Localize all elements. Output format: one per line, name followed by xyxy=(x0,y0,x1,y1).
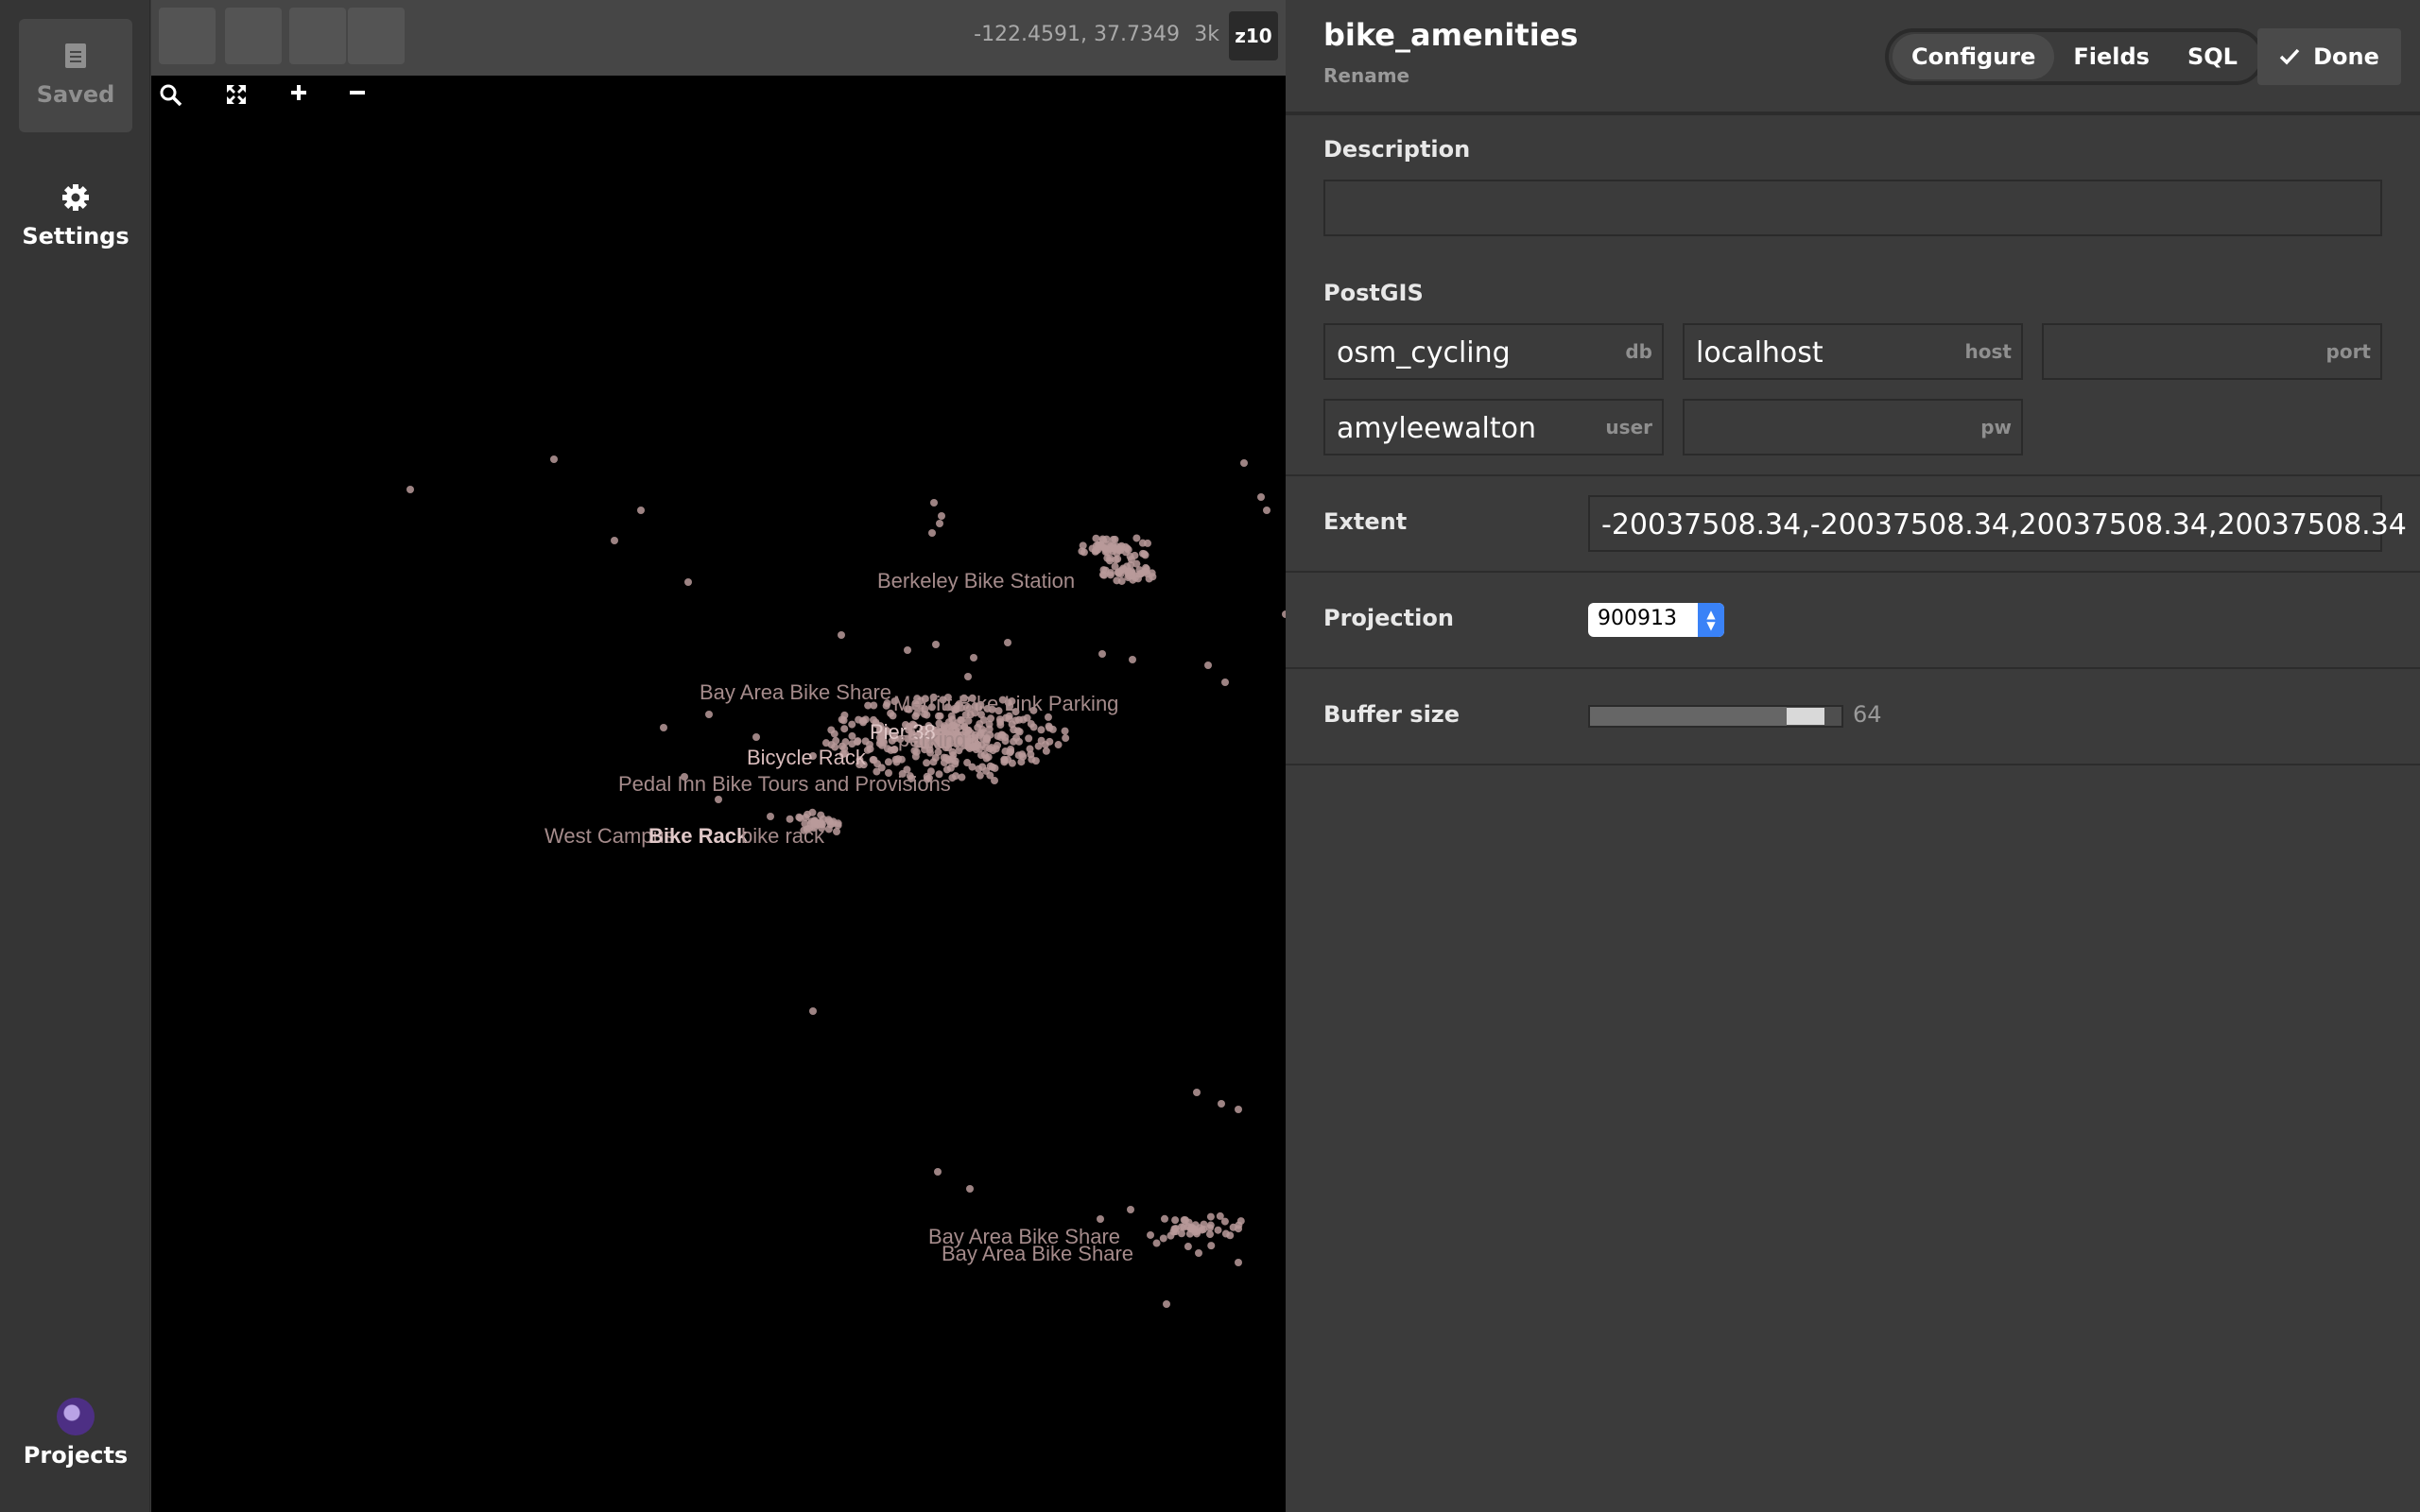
tab-fields[interactable]: Fields xyxy=(2054,34,2169,79)
description-field[interactable] xyxy=(1323,180,2382,236)
user-tag: user xyxy=(1605,416,1652,438)
db-value: osm_cycling xyxy=(1337,336,1511,369)
map-label: Merritt Bike Link Parking xyxy=(893,692,1118,715)
projection-value: 900913 xyxy=(1598,607,1677,630)
map-label: Bay Area Bike Share xyxy=(700,680,891,704)
zoom-out-button[interactable] xyxy=(348,8,405,94)
db-tag: db xyxy=(1625,340,1652,363)
projection-label: Projection xyxy=(1323,605,1454,631)
tab-group: Configure Fields SQL xyxy=(1885,28,2264,85)
buffer-size-label: Buffer size xyxy=(1323,701,1461,728)
projects-label: Projects xyxy=(23,1442,129,1469)
host-tag: host xyxy=(1964,340,2012,363)
saved-label: Saved xyxy=(36,81,115,108)
buffer-slider-thumb[interactable] xyxy=(1787,708,1824,725)
divider xyxy=(1286,571,2420,573)
search-button[interactable] xyxy=(159,8,216,107)
checkmark-icon xyxy=(2279,48,2300,65)
done-label: Done xyxy=(2313,43,2379,70)
divider xyxy=(1286,667,2420,669)
map-label: Bay Area Bike Share xyxy=(942,1242,1133,1265)
map-label: parking xyxy=(898,728,966,751)
settings-label: Settings xyxy=(22,223,130,249)
map-label: Bike Rack xyxy=(648,824,749,848)
user-field[interactable]: amyleewalton user xyxy=(1323,399,1664,455)
tab-configure[interactable]: Configure xyxy=(1893,34,2055,79)
select-arrows-icon: ▲ ▼ xyxy=(1698,603,1724,637)
map-points xyxy=(406,455,1286,1308)
tab-sql[interactable]: SQL xyxy=(2169,34,2256,79)
scale-readout: 3k xyxy=(1194,23,1219,46)
buffer-slider-fill xyxy=(1590,707,1787,726)
zoom-in-button[interactable] xyxy=(289,8,346,100)
map-label: Berkeley Bike Station xyxy=(877,569,1075,593)
host-field[interactable]: localhost host xyxy=(1683,323,2023,380)
buffer-size-slider[interactable] xyxy=(1588,705,1843,728)
map-view[interactable]: -122.4591, 37.7349 3k z10 Berkeley Bike … xyxy=(151,0,1286,1512)
user-value: amyleewalton xyxy=(1337,412,1536,445)
extent-value: -20037508.34,-20037508.34,20037508.34,20… xyxy=(1601,508,2407,541)
map-label: Bicycle Rack xyxy=(747,746,867,769)
map-canvas: Berkeley Bike Station Bay Area Bike Shar… xyxy=(406,455,1286,1308)
host-value: localhost xyxy=(1696,336,1824,369)
zoom-level-badge: z10 xyxy=(1229,11,1278,60)
pw-tag: pw xyxy=(1980,416,2012,438)
rename-link[interactable]: Rename xyxy=(1323,64,1409,87)
buffer-size-value: 64 xyxy=(1853,701,1882,728)
saved-button[interactable]: Saved xyxy=(19,19,132,132)
panel-header: bike_amenities Rename Configure Fields S… xyxy=(1286,0,2420,113)
port-field[interactable]: port xyxy=(2042,323,2382,380)
map-toolbar: -122.4591, 37.7349 3k z10 xyxy=(151,0,1286,107)
projection-select[interactable]: 900913 ▲ ▼ xyxy=(1588,603,1724,637)
left-rail: Saved Settings Projects xyxy=(0,0,150,1512)
port-tag: port xyxy=(2325,340,2371,363)
settings-button[interactable]: Settings xyxy=(19,161,132,274)
save-document-icon xyxy=(19,40,132,72)
db-field[interactable]: osm_cycling db xyxy=(1323,323,1664,380)
postgis-label: PostGIS xyxy=(1323,280,1424,306)
projects-button[interactable]: Projects xyxy=(19,1380,132,1493)
avatar xyxy=(19,1398,132,1435)
map-label: bike rack xyxy=(741,824,825,848)
done-button[interactable]: Done xyxy=(2257,28,2401,85)
map-label: Pedal Inn Bike Tours and Provisions xyxy=(618,772,951,796)
description-label: Description xyxy=(1323,136,1471,163)
coordinates-readout: -122.4591, 37.7349 xyxy=(974,23,1180,46)
pw-field[interactable]: pw xyxy=(1683,399,2023,455)
layer-name: bike_amenities xyxy=(1323,17,1579,53)
gear-icon xyxy=(19,181,132,214)
extent-label: Extent xyxy=(1323,508,1408,535)
divider xyxy=(1286,764,2420,765)
layer-config-panel: bike_amenities Rename Configure Fields S… xyxy=(1286,0,2420,1512)
fullscreen-button[interactable] xyxy=(225,8,282,104)
divider xyxy=(1286,474,2420,476)
extent-field[interactable]: -20037508.34,-20037508.34,20037508.34,20… xyxy=(1588,495,2407,552)
